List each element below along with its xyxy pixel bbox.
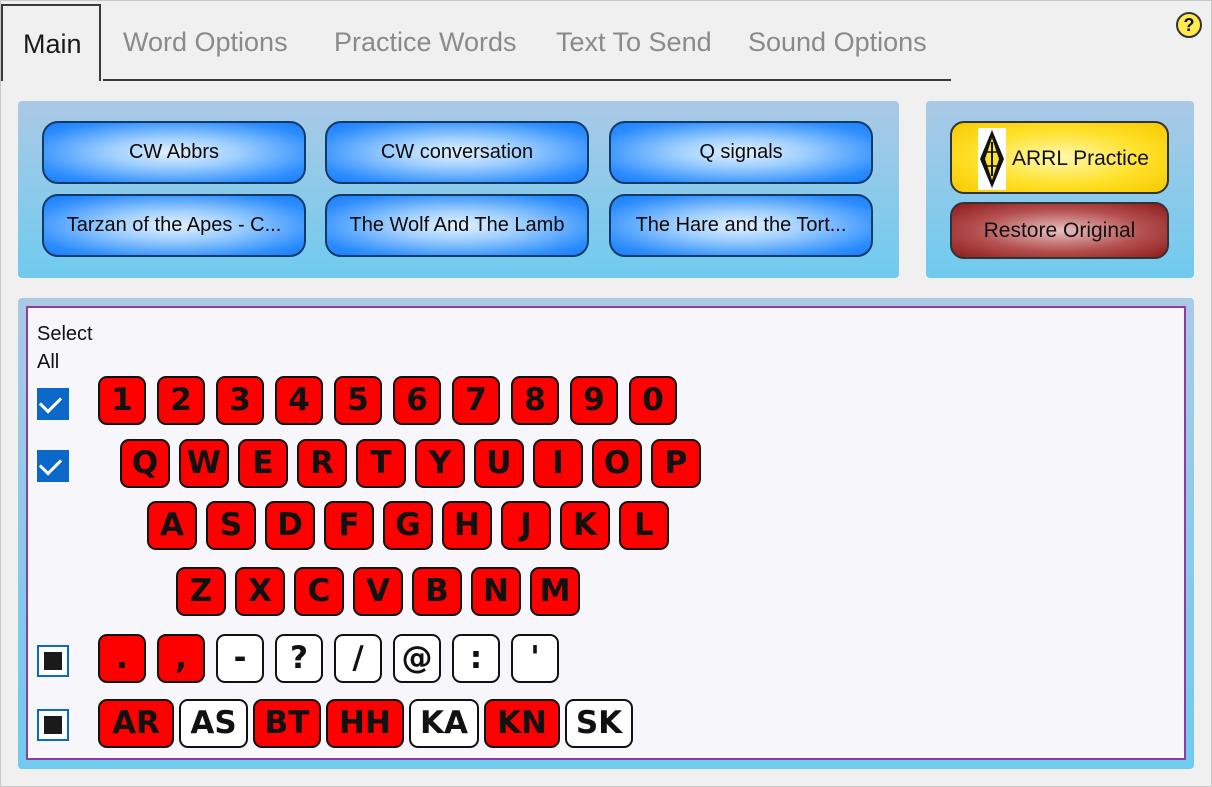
row-checkbox-prosigns[interactable] [37, 709, 69, 741]
key-prosigns[interactable]: KN [484, 699, 560, 748]
key-punctuation[interactable]: ' [511, 634, 559, 683]
key-numbers[interactable]: 6 [393, 376, 441, 425]
key-punctuation[interactable]: , [157, 634, 205, 683]
tab-main[interactable]: Main [1, 4, 101, 81]
key-row-z[interactable]: N [471, 567, 521, 616]
restore-original-button[interactable]: Restore Original [950, 202, 1169, 259]
key-row-a[interactable]: D [265, 501, 315, 550]
row-checkbox-numbers[interactable] [37, 388, 69, 420]
key-numbers[interactable]: 9 [570, 376, 618, 425]
key-row-q[interactable]: Q [120, 439, 170, 488]
tab-word-options[interactable]: Word Options [123, 27, 288, 58]
tab-text-to-send[interactable]: Text To Send [556, 27, 712, 58]
key-row-q[interactable]: T [356, 439, 406, 488]
key-numbers[interactable]: 3 [216, 376, 264, 425]
key-numbers[interactable]: 7 [452, 376, 500, 425]
key-numbers[interactable]: 8 [511, 376, 559, 425]
tab-practice-words[interactable]: Practice Words [334, 27, 517, 58]
key-numbers[interactable]: 5 [334, 376, 382, 425]
key-row-a[interactable]: S [206, 501, 256, 550]
key-prosigns[interactable]: KA [409, 699, 479, 748]
key-row-z[interactable]: V [353, 567, 403, 616]
arrl-practice-label: ARRL Practice [1012, 147, 1149, 170]
key-prosigns[interactable]: AS [179, 699, 248, 748]
arrl-practice-button[interactable]: ARRL Practice [950, 121, 1169, 194]
key-row-a[interactable]: G [383, 501, 433, 550]
key-row-z[interactable]: X [235, 567, 285, 616]
key-row-q[interactable]: P [651, 439, 701, 488]
key-row-z[interactable]: M [530, 567, 580, 616]
preset-button[interactable]: CW conversation [325, 121, 589, 184]
key-row-a[interactable]: H [442, 501, 492, 550]
key-prosigns[interactable]: HH [326, 699, 404, 748]
key-numbers[interactable]: 1 [98, 376, 146, 425]
tab-bar: Main Word Options Practice Words Text To… [1, 1, 951, 81]
key-punctuation[interactable]: / [334, 634, 382, 683]
help-icon[interactable]: ? [1176, 12, 1202, 38]
key-numbers[interactable]: 0 [629, 376, 677, 425]
preset-button[interactable]: CW Abbrs [42, 121, 306, 184]
key-numbers[interactable]: 2 [157, 376, 205, 425]
key-punctuation[interactable]: . [98, 634, 146, 683]
arrl-diamond-icon [978, 128, 1006, 190]
key-row-z[interactable]: Z [176, 567, 226, 616]
preset-button[interactable]: Tarzan of the Apes - C... [42, 194, 306, 257]
preset-button[interactable]: The Hare and the Tort... [609, 194, 873, 257]
key-punctuation[interactable]: - [216, 634, 264, 683]
key-row-q[interactable]: R [297, 439, 347, 488]
key-row-a[interactable]: J [501, 501, 551, 550]
key-row-q[interactable]: Y [415, 439, 465, 488]
key-punctuation[interactable]: ? [275, 634, 323, 683]
key-row-q[interactable]: U [474, 439, 524, 488]
tab-sound-options[interactable]: Sound Options [748, 27, 927, 58]
key-row-z[interactable]: B [412, 567, 462, 616]
key-prosigns[interactable]: BT [253, 699, 321, 748]
key-numbers[interactable]: 4 [275, 376, 323, 425]
key-row-q[interactable]: I [533, 439, 583, 488]
key-punctuation[interactable]: : [452, 634, 500, 683]
key-row-z[interactable]: C [294, 567, 344, 616]
key-row-q[interactable]: W [179, 439, 229, 488]
preset-panel: CW Abbrs CW conversation Q signals Tarza… [18, 101, 899, 278]
key-prosigns[interactable]: SK [565, 699, 633, 748]
key-row-q[interactable]: O [592, 439, 642, 488]
app-window: Main Word Options Practice Words Text To… [0, 0, 1212, 787]
actions-panel: ARRL Practice Restore Original [926, 101, 1194, 278]
key-row-a[interactable]: K [560, 501, 610, 550]
keyboard-panel: Select All 1234567890QWERTYUIOPASDFGHJKL… [18, 298, 1194, 769]
tab-label: Main [23, 29, 82, 59]
key-row-a[interactable]: A [147, 501, 197, 550]
preset-button[interactable]: Q signals [609, 121, 873, 184]
keyboard-area: Select All 1234567890QWERTYUIOPASDFGHJKL… [26, 306, 1186, 760]
select-all-label: Select All [37, 323, 93, 373]
key-row-a[interactable]: F [324, 501, 374, 550]
key-row-q[interactable]: E [238, 439, 288, 488]
row-checkbox-punctuation[interactable] [37, 645, 69, 677]
key-row-a[interactable]: L [619, 501, 669, 550]
preset-button[interactable]: The Wolf And The Lamb [325, 194, 589, 257]
key-punctuation[interactable]: @ [393, 634, 441, 683]
key-prosigns[interactable]: AR [98, 699, 174, 748]
tab-underline [103, 79, 951, 81]
row-checkbox-letters[interactable] [37, 450, 69, 482]
